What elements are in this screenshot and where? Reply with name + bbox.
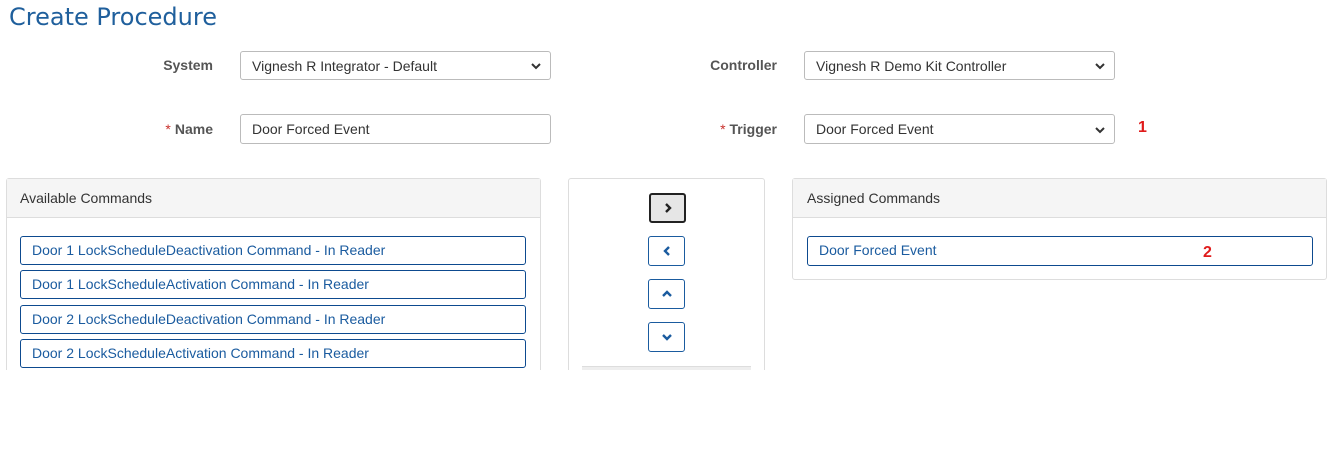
annotation-marker-1: 1 bbox=[1138, 119, 1147, 136]
name-input-value: Door Forced Event bbox=[252, 121, 370, 137]
chevron-right-icon bbox=[664, 203, 672, 213]
available-command-item[interactable]: Door 1 LockScheduleActivation Command - … bbox=[20, 270, 526, 299]
page-title: Create Procedure bbox=[9, 3, 217, 31]
assigned-command-item[interactable]: Door Forced Event bbox=[807, 236, 1313, 266]
move-down-button[interactable] bbox=[648, 322, 685, 352]
available-command-item[interactable]: Door 2 LockScheduleActivation Command - … bbox=[20, 339, 526, 368]
available-command-item[interactable]: Door 1 LockScheduleDeactivation Command … bbox=[20, 236, 526, 265]
name-label-text: Name bbox=[174, 121, 213, 137]
trigger-select[interactable]: Door Forced Event bbox=[804, 114, 1115, 144]
assigned-commands-header: Assigned Commands bbox=[793, 179, 1326, 218]
controller-select[interactable]: Vignesh R Demo Kit Controller bbox=[804, 51, 1115, 80]
available-command-item[interactable]: Door 2 LockScheduleDeactivation Command … bbox=[20, 305, 526, 334]
chevron-down-icon bbox=[531, 63, 541, 70]
chevron-down-icon bbox=[661, 334, 672, 341]
controller-label: Controller bbox=[710, 57, 777, 73]
assigned-commands-panel: Assigned Commands Door Forced Event 2 bbox=[792, 178, 1327, 280]
required-marker: * bbox=[165, 121, 171, 137]
chevron-up-icon bbox=[661, 290, 672, 297]
name-input[interactable]: Door Forced Event bbox=[240, 114, 551, 144]
annotation-marker-2: 2 bbox=[1203, 244, 1212, 261]
required-marker: * bbox=[720, 121, 726, 137]
move-right-button[interactable] bbox=[649, 193, 686, 223]
system-select[interactable]: Vignesh R Integrator - Default bbox=[240, 51, 551, 80]
available-commands-header: Available Commands bbox=[7, 179, 540, 218]
trigger-label: * Trigger bbox=[680, 119, 777, 139]
name-label: * Name bbox=[120, 119, 213, 139]
move-up-button[interactable] bbox=[648, 279, 685, 309]
chevron-down-icon bbox=[1095, 127, 1105, 134]
trigger-select-value: Door Forced Event bbox=[816, 121, 934, 137]
crop-mask bbox=[0, 370, 1330, 460]
system-label: System bbox=[163, 57, 213, 73]
controller-select-value: Vignesh R Demo Kit Controller bbox=[816, 58, 1007, 74]
chevron-down-icon bbox=[1095, 63, 1105, 70]
trigger-label-text: Trigger bbox=[729, 121, 777, 137]
move-left-button[interactable] bbox=[648, 236, 685, 266]
system-select-value: Vignesh R Integrator - Default bbox=[252, 58, 437, 74]
chevron-left-icon bbox=[662, 246, 670, 256]
